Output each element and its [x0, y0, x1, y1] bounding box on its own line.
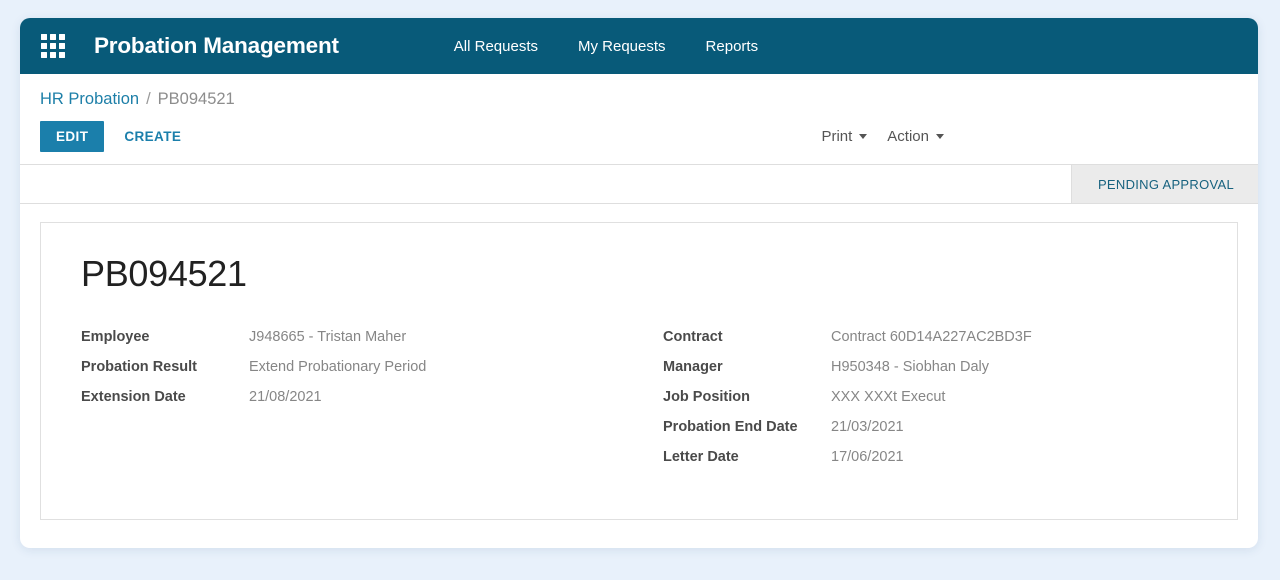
field-row-employee: Employee J948665 - Tristan Maher [81, 329, 663, 348]
grid-cell [58, 42, 65, 50]
field-value: 21/08/2021 [249, 389, 322, 405]
field-label: Manager [663, 359, 723, 375]
detail-card: PB094521 Employee J948665 - Tristan Mahe… [40, 222, 1238, 520]
create-button[interactable]: CREATE [110, 121, 195, 152]
app-title: Probation Management [94, 33, 339, 58]
grid-cell [41, 42, 48, 50]
action-toolbar: EDIT CREATE Print Action [20, 109, 1258, 152]
grid-cell [49, 34, 57, 41]
field-grid: Employee J948665 - Tristan Maher Probati… [81, 329, 1237, 479]
field-label: Contract [663, 329, 723, 345]
field-label: Employee [81, 329, 150, 345]
print-label: Print [821, 127, 853, 145]
nav-links: All Requests My Requests Reports [434, 32, 778, 61]
field-row-manager: Manager H950348 - Siobhan Daly [663, 359, 1032, 378]
grid-cell [49, 51, 57, 58]
breadcrumb-link-hr-probation[interactable]: HR Probation [40, 90, 139, 109]
field-label: Letter Date [663, 449, 739, 465]
field-label: Probation Result [81, 359, 198, 375]
field-column-right: Contract Contract 60D14A227AC2BD3F Manag… [663, 329, 1032, 479]
field-label: Probation End Date [663, 419, 798, 435]
field-row-extension-date: Extension Date 21/08/2021 [81, 389, 663, 408]
field-value: 17/06/2021 [831, 449, 904, 465]
print-dropdown-button[interactable]: Print [819, 126, 869, 147]
field-label: Extension Date [81, 389, 186, 405]
top-navigation-bar: Probation Management All Requests My Req… [20, 18, 1258, 74]
nav-link-my-requests[interactable]: My Requests [558, 32, 686, 61]
field-row-letter-date: Letter Date 17/06/2021 [663, 449, 1032, 468]
nav-link-all-requests[interactable]: All Requests [434, 32, 558, 61]
chevron-down-icon [859, 133, 868, 139]
edit-button[interactable]: EDIT [40, 120, 105, 152]
field-value: J948665 - Tristan Maher [249, 329, 407, 345]
action-label: Action [887, 127, 929, 145]
action-dropdown-button[interactable]: Action [885, 126, 946, 147]
nav-link-reports[interactable]: Reports [686, 32, 779, 61]
breadcrumb-separator: / [146, 90, 151, 108]
breadcrumb: HR Probation / PB094521 [20, 74, 1258, 109]
status-badge-pending-approval[interactable]: PENDING APPROVAL [1070, 165, 1258, 203]
toolbar-right-group: Print Action [819, 126, 1238, 147]
field-row-job-position: Job Position XXX XXXt Execut [663, 389, 1032, 408]
field-row-contract: Contract Contract 60D14A227AC2BD3F [663, 329, 1032, 348]
app-window: Probation Management All Requests My Req… [20, 18, 1258, 548]
grid-menu-icon[interactable] [38, 31, 68, 61]
field-value: 21/03/2021 [831, 419, 904, 435]
field-value: Extend Probationary Period [249, 359, 427, 375]
grid-cell [49, 42, 57, 50]
breadcrumb-current: PB094521 [157, 90, 235, 108]
field-value: XXX XXXt Execut [831, 389, 946, 405]
grid-cell [41, 34, 48, 41]
detail-card-wrapper: PB094521 Employee J948665 - Tristan Mahe… [20, 204, 1258, 520]
grid-cell [41, 51, 48, 58]
field-row-probation-result: Probation Result Extend Probationary Per… [81, 359, 663, 378]
chevron-down-icon [936, 133, 944, 139]
status-bar: PENDING APPROVAL [20, 164, 1258, 204]
grid-cell [58, 51, 65, 58]
field-row-probation-end-date: Probation End Date 21/03/2021 [663, 419, 1032, 438]
field-column-left: Employee J948665 - Tristan Maher Probati… [81, 329, 663, 479]
field-label: Job Position [663, 389, 750, 405]
grid-cell [58, 34, 65, 41]
field-value: Contract 60D14A227AC2BD3F [831, 329, 1032, 345]
field-value: H950348 - Siobhan Daly [831, 359, 989, 375]
page-title: PB094521 [81, 253, 247, 294]
